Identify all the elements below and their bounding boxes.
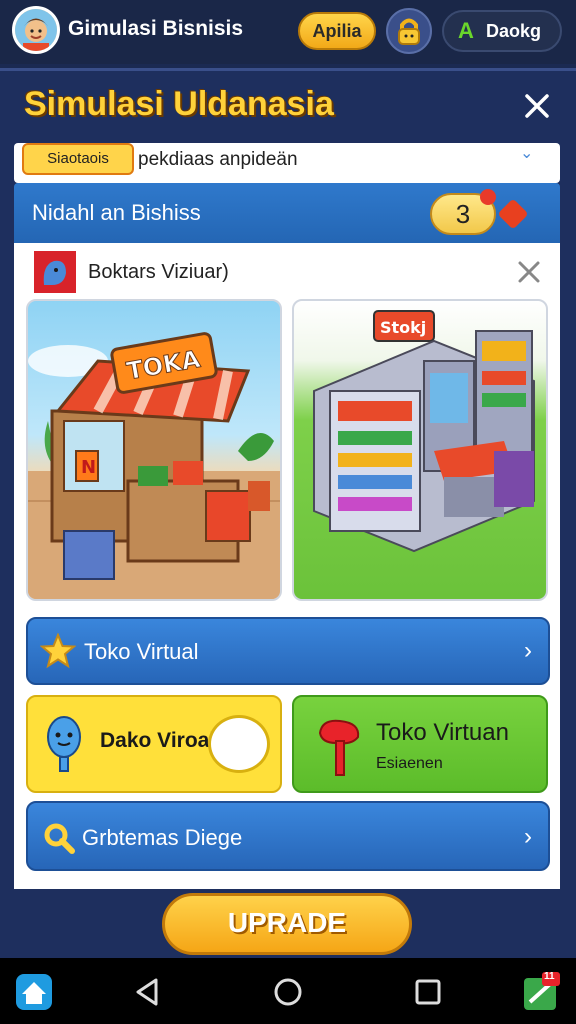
- tile-green-sub: Esiaenen: [376, 755, 443, 772]
- tile-yellow-label: Dako Viroak: [100, 729, 222, 752]
- filter-text: pekdiaas anpideän: [138, 149, 298, 170]
- chevron-right-icon: ›: [524, 637, 532, 664]
- gem-icon: [497, 198, 529, 230]
- star-icon: [40, 633, 76, 669]
- filter-strip[interactable]: Siaotaois pekdiaas anpideän ⌄: [14, 143, 560, 183]
- content-area: Boktars Viziuar) N TOKA Stokj Toko Virtu…: [14, 243, 560, 889]
- mascot-icon: [34, 251, 76, 293]
- avatar-face-icon: [15, 9, 57, 51]
- apilia-button[interactable]: Apilia: [298, 12, 376, 50]
- section-header: Nidahl an Bishiss 3: [14, 183, 560, 243]
- filter-chip[interactable]: Siaotaois: [22, 143, 134, 175]
- padlock-icon: [398, 18, 420, 45]
- home-icon[interactable]: [268, 972, 308, 1012]
- chevron-right-icon: ›: [524, 823, 532, 850]
- system-nav-bar: 11: [0, 958, 576, 1024]
- list-header-title: Boktars Viziuar): [88, 261, 229, 283]
- section-label: Nidahl an Bishiss: [32, 200, 201, 225]
- upgrade-button[interactable]: UPRADE: [162, 893, 412, 955]
- notification-count: 11: [544, 971, 555, 982]
- search-row[interactable]: Grbtemas Diege ›: [26, 801, 550, 871]
- panel-title: Simulasi Uldanasia: [24, 85, 334, 123]
- speech-bubble-icon: [208, 715, 270, 773]
- top-bar: Gimulasi Bisnisis Apilia A Daokg: [0, 0, 576, 64]
- home-app-icon[interactable]: [14, 972, 54, 1012]
- small-shop-illustration: N TOKA: [28, 332, 280, 599]
- tile-toko-virtuan[interactable]: Toko Virtuan Esiaenen: [292, 695, 548, 793]
- recents-icon[interactable]: [408, 972, 448, 1012]
- profile-button[interactable]: A Daokg: [442, 10, 562, 52]
- row-label: Toko Virtual: [84, 639, 199, 664]
- close-icon[interactable]: [520, 89, 554, 123]
- avatar[interactable]: [12, 6, 60, 54]
- lock-button[interactable]: [386, 8, 432, 54]
- profile-letter-icon: A: [458, 18, 474, 43]
- big-store-illustration: Stokj: [313, 310, 535, 553]
- profile-label: Daokg: [486, 21, 542, 41]
- chevron-down-icon[interactable]: ⌄: [520, 143, 533, 163]
- tile-green-label: Toko Virtuan: [376, 719, 509, 746]
- red-signpost-icon: [318, 719, 360, 776]
- notification-app[interactable]: 11: [522, 971, 562, 1012]
- store-sign: Stokj: [380, 318, 426, 337]
- back-icon[interactable]: [128, 972, 168, 1012]
- main-panel: Simulasi Uldanasia Siaotaois pekdiaas an…: [0, 68, 576, 958]
- dismiss-icon[interactable]: [516, 259, 542, 285]
- notification-dot: [480, 189, 496, 205]
- app-grid-icon: [524, 972, 560, 1010]
- shop-image-left[interactable]: N TOKA: [26, 299, 282, 601]
- tile-dako-viroak[interactable]: Dako Viroak: [26, 695, 282, 793]
- search-label: Grbtemas Diege: [82, 825, 243, 850]
- svg-text:N: N: [81, 457, 96, 478]
- shop-image-right[interactable]: Stokj: [292, 299, 548, 601]
- shop-logo-icon: [34, 251, 76, 293]
- toko-virtual-row[interactable]: Toko Virtual ›: [26, 617, 550, 685]
- app-title: Gimulasi Bisnisis: [68, 17, 244, 40]
- blue-mascot-icon: [47, 716, 81, 772]
- search-icon: [44, 823, 75, 854]
